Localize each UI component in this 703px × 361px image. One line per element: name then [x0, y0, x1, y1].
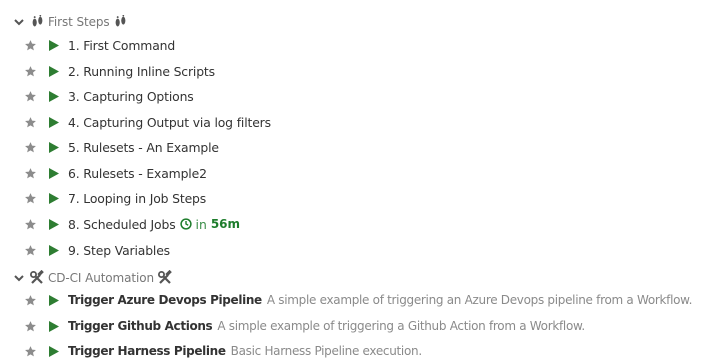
- job-name-link[interactable]: 8. Scheduled Jobs: [68, 217, 176, 232]
- play-icon[interactable]: [49, 141, 59, 153]
- star-icon[interactable]: [24, 320, 37, 333]
- job-name-link[interactable]: 7. Looping in Job Steps: [68, 191, 206, 206]
- play-icon[interactable]: [49, 116, 59, 128]
- play-icon[interactable]: [49, 39, 59, 51]
- footprints-icon: [113, 14, 129, 30]
- job-row[interactable]: 7. Looping in Job Steps: [24, 188, 703, 208]
- play-icon[interactable]: [49, 320, 59, 332]
- job-row[interactable]: Trigger Azure Devops Pipeline A simple e…: [24, 290, 703, 310]
- job-row[interactable]: 4. Capturing Output via log filters: [24, 112, 703, 132]
- job-name-link[interactable]: 9. Step Variables: [68, 243, 170, 258]
- job-name-link[interactable]: 2. Running Inline Scripts: [68, 64, 215, 79]
- group-header-cd-ci-automation[interactable]: CD-CI Automation: [13, 268, 173, 288]
- job-name-link[interactable]: 5. Rulesets - An Example: [68, 140, 219, 155]
- job-name-link[interactable]: Trigger Azure Devops Pipeline: [68, 293, 262, 307]
- job-name-link[interactable]: Trigger Github Actions: [68, 319, 213, 333]
- chevron-down-icon[interactable]: [13, 16, 25, 28]
- hammer-wrench-icon: [157, 270, 173, 286]
- play-icon[interactable]: [49, 294, 59, 306]
- job-description: A simple example of triggering an Azure …: [266, 293, 693, 307]
- job-row[interactable]: 2. Running Inline Scripts: [24, 61, 703, 81]
- group-title: First Steps: [48, 15, 110, 29]
- play-icon[interactable]: [49, 90, 59, 102]
- star-icon[interactable]: [24, 90, 37, 103]
- job-name-link[interactable]: 6. Rulesets - Example2: [68, 166, 207, 181]
- play-icon[interactable]: [49, 65, 59, 77]
- clock-icon: [179, 218, 192, 230]
- group-title: CD-CI Automation: [48, 271, 154, 285]
- play-icon[interactable]: [49, 192, 59, 204]
- job-row[interactable]: 6. Rulesets - Example2: [24, 163, 703, 183]
- job-row[interactable]: 1. First Command: [24, 35, 703, 55]
- job-name-link[interactable]: 4. Capturing Output via log filters: [68, 115, 271, 130]
- schedule-prefix: in: [195, 216, 207, 232]
- footprints-icon: [29, 14, 45, 30]
- star-icon[interactable]: [24, 116, 37, 129]
- play-icon[interactable]: [49, 218, 59, 230]
- job-description: Basic Harness Pipeline execution.: [230, 344, 422, 358]
- group-header-first-steps[interactable]: First Steps: [13, 12, 129, 32]
- star-icon[interactable]: [24, 65, 37, 78]
- job-row[interactable]: Trigger Harness Pipeline Basic Harness P…: [24, 341, 703, 361]
- job-row[interactable]: 8. Scheduled Jobs in 56m: [24, 214, 703, 234]
- star-icon[interactable]: [24, 345, 37, 358]
- star-icon[interactable]: [24, 39, 37, 52]
- star-icon[interactable]: [24, 192, 37, 205]
- star-icon[interactable]: [24, 167, 37, 180]
- job-row[interactable]: 9. Step Variables: [24, 240, 703, 260]
- play-icon[interactable]: [49, 345, 59, 357]
- job-name-link[interactable]: 3. Capturing Options: [68, 89, 194, 104]
- job-name-link[interactable]: 1. First Command: [68, 38, 175, 53]
- schedule-indicator: in 56m: [179, 216, 241, 232]
- job-row[interactable]: 5. Rulesets - An Example: [24, 137, 703, 157]
- star-icon[interactable]: [24, 218, 37, 231]
- schedule-time: 56m: [210, 217, 241, 231]
- chevron-down-icon[interactable]: [13, 272, 25, 284]
- hammer-wrench-icon: [29, 270, 45, 286]
- play-icon[interactable]: [49, 244, 59, 256]
- star-icon[interactable]: [24, 244, 37, 257]
- job-row[interactable]: 3. Capturing Options: [24, 86, 703, 106]
- job-row[interactable]: Trigger Github Actions A simple example …: [24, 316, 703, 336]
- play-icon[interactable]: [49, 167, 59, 179]
- job-description: A simple example of triggering a Github …: [217, 319, 585, 333]
- job-name-link[interactable]: Trigger Harness Pipeline: [68, 344, 226, 358]
- star-icon[interactable]: [24, 141, 37, 154]
- star-icon[interactable]: [24, 294, 37, 307]
